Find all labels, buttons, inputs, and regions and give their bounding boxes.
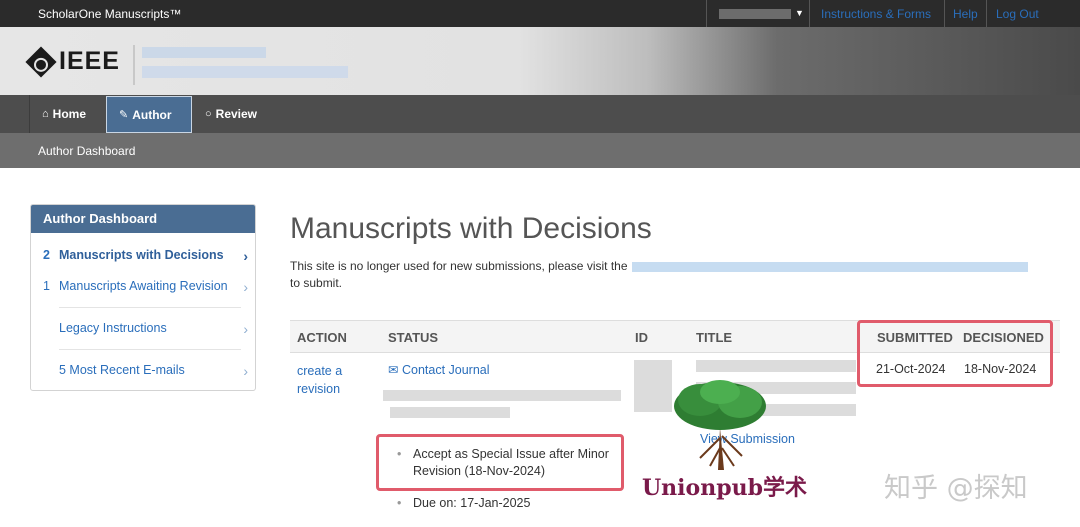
create-revision-line2: revision	[297, 382, 341, 396]
column-header-id: ID	[635, 330, 648, 345]
due-date: Due on: 17-Jan-2025	[397, 495, 531, 512]
sidebar-item-manuscripts-awaiting-revision[interactable]: 1 Manuscripts Awaiting Revision ›	[43, 279, 248, 295]
contact-journal-link[interactable]: ✉ Contact Journal	[388, 362, 490, 377]
divider	[986, 0, 987, 27]
status-text-blurred	[383, 390, 621, 401]
journal-subtitle-blurred	[142, 66, 348, 78]
speech-bubble-icon: ○	[205, 108, 212, 120]
column-header-title: TITLE	[696, 330, 733, 345]
manuscript-title-blurred	[696, 360, 856, 372]
user-menu-dropdown[interactable]: ▼	[706, 0, 810, 27]
zhihu-watermark: 知乎 @探知	[884, 473, 1028, 504]
notice-text: This site is no longer used for new subm…	[290, 258, 1060, 292]
pencil-icon: ✎	[119, 109, 129, 121]
sidebar-title: Author Dashboard	[31, 205, 255, 233]
chevron-right-icon: ›	[243, 321, 248, 337]
status-text-blurred	[390, 407, 510, 418]
sidebar-item-count: 2	[43, 248, 50, 262]
ieee-logo[interactable]: IEEE	[25, 45, 120, 78]
sidebar-item-label: Legacy Instructions	[59, 321, 167, 335]
chevron-right-icon: ›	[243, 363, 248, 379]
main-nav: ⌂ Home ✎ Author ○ Review	[0, 95, 1080, 133]
help-link[interactable]: Help	[953, 7, 978, 21]
envelope-icon: ✉	[388, 363, 399, 377]
tab-review[interactable]: ○ Review	[193, 95, 269, 133]
divider	[944, 0, 945, 27]
new-site-link-blurred[interactable]	[631, 261, 1028, 272]
top-bar: ScholarOne Manuscripts™ ▼ Instructions &…	[0, 0, 1080, 27]
sidebar-item-label: 5 Most Recent E-mails	[59, 363, 185, 377]
tab-author-label: Author	[132, 107, 172, 122]
notice-before: This site is no longer used for new subm…	[290, 259, 628, 273]
column-header-status: STATUS	[388, 330, 439, 345]
sidebar-item-label: Manuscripts Awaiting Revision	[59, 279, 228, 293]
chevron-right-icon: ›	[243, 279, 248, 295]
divider	[133, 45, 135, 85]
breadcrumb[interactable]: Author Dashboard	[38, 144, 135, 158]
column-header-action: ACTION	[297, 330, 347, 345]
divider	[59, 349, 241, 350]
sidebar-item-label: Manuscripts with Decisions	[59, 248, 224, 262]
highlight-decision-box	[376, 434, 624, 491]
breadcrumb-bar: Author Dashboard	[0, 133, 1080, 168]
instructions-forms-link[interactable]: Instructions & Forms	[821, 7, 931, 21]
sidebar-item-legacy-instructions[interactable]: Legacy Instructions ›	[43, 321, 248, 337]
header-banner: IEEE	[0, 27, 1080, 95]
tab-review-label: Review	[215, 107, 258, 121]
sidebar-item-count: 1	[43, 279, 50, 293]
ieee-diamond-icon	[25, 45, 57, 78]
page-title: Manuscripts with Decisions	[290, 212, 652, 245]
brand-name: ScholarOne Manuscripts™	[38, 7, 182, 21]
sidebar-item-recent-emails[interactable]: 5 Most Recent E-mails ›	[43, 363, 248, 379]
journal-name-blurred	[142, 47, 266, 58]
user-name-blurred	[719, 9, 791, 19]
highlight-dates-box	[857, 320, 1053, 387]
logo-text: IEEE	[59, 47, 120, 75]
notice-after: to submit.	[290, 276, 343, 290]
contact-journal-label: Contact Journal	[401, 363, 490, 377]
sidebar: Author Dashboard 2 Manuscripts with Decis…	[30, 204, 256, 391]
create-revision-line1: create a	[297, 364, 343, 378]
manuscript-id-blurred	[634, 360, 672, 412]
logout-link[interactable]: Log Out	[996, 7, 1039, 21]
home-icon: ⌂	[42, 108, 49, 120]
divider	[59, 307, 241, 308]
tab-home[interactable]: ⌂ Home	[30, 95, 98, 133]
sidebar-item-manuscripts-with-decisions[interactable]: 2 Manuscripts with Decisions ›	[43, 248, 248, 264]
caret-down-icon: ▼	[795, 8, 804, 18]
tab-home-label: Home	[52, 107, 86, 121]
tab-author[interactable]: ✎ Author	[106, 96, 192, 133]
create-revision-link[interactable]: create a revision	[297, 362, 342, 398]
tree-watermark-icon	[674, 380, 766, 470]
chevron-right-icon: ›	[243, 248, 248, 264]
unionpub-watermark: Unionpub学术	[642, 475, 807, 501]
